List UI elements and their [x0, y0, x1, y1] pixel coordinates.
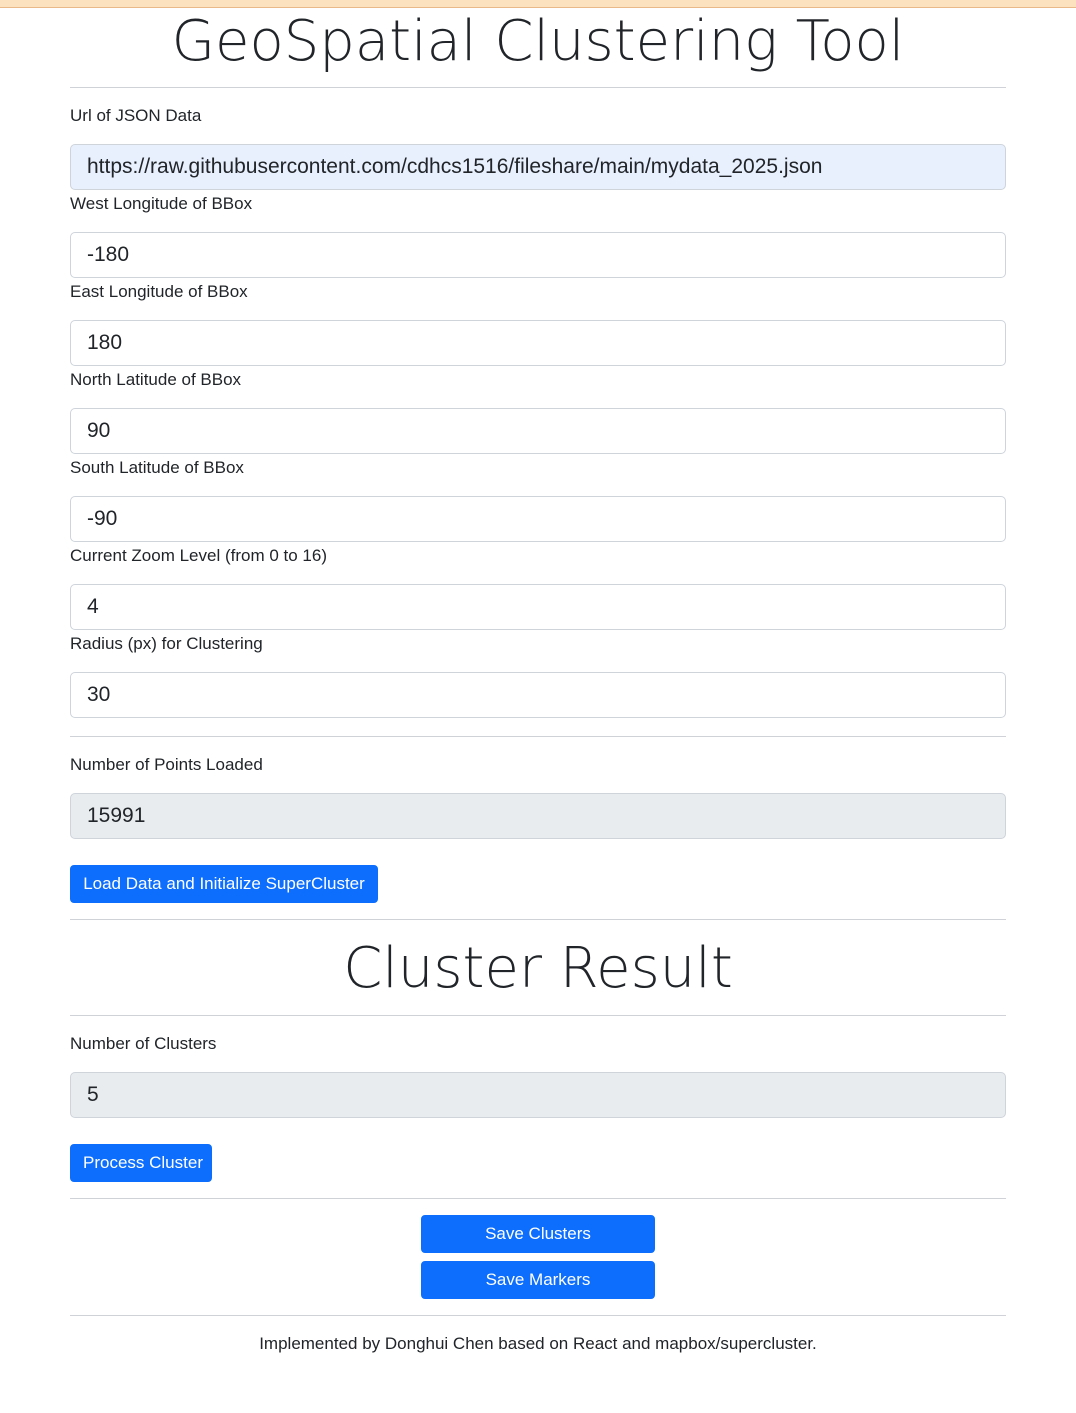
divider [70, 919, 1006, 920]
east-longitude-label: East Longitude of BBox [70, 282, 248, 301]
divider [70, 1198, 1006, 1199]
zoom-level-label: Current Zoom Level (from 0 to 16) [70, 546, 327, 565]
load-data-button[interactable]: Load Data and Initialize SuperCluster [70, 865, 378, 903]
west-longitude-label: West Longitude of BBox [70, 194, 253, 213]
north-latitude-input[interactable] [70, 408, 1006, 454]
divider [70, 87, 1006, 88]
divider [70, 1315, 1006, 1316]
east-longitude-input[interactable] [70, 320, 1006, 366]
url-input[interactable] [70, 144, 1006, 190]
divider [70, 736, 1006, 737]
browser-top-strip [0, 0, 1076, 8]
radius-input[interactable] [70, 672, 1006, 718]
divider [70, 1015, 1006, 1016]
clusters-count-field [70, 1072, 1006, 1118]
clusters-count-label: Number of Clusters [70, 1034, 217, 1053]
footer-credit: Implemented by Donghui Chen based on Rea… [259, 1334, 817, 1353]
page-title: GeoSpatial Clustering Tool [171, 9, 905, 74]
south-latitude-label: South Latitude of BBox [70, 458, 244, 477]
points-loaded-label: Number of Points Loaded [70, 755, 263, 774]
save-clusters-button[interactable]: Save Clusters [421, 1215, 655, 1253]
process-cluster-button[interactable]: Process Cluster [70, 1144, 212, 1182]
url-label: Url of JSON Data [70, 106, 202, 125]
zoom-level-input[interactable] [70, 584, 1006, 630]
cluster-result-title: Cluster Result [343, 936, 733, 1001]
points-loaded-field [70, 793, 1006, 839]
north-latitude-label: North Latitude of BBox [70, 370, 242, 389]
south-latitude-input[interactable] [70, 496, 1006, 542]
west-longitude-input[interactable] [70, 232, 1006, 278]
save-markers-button[interactable]: Save Markers [421, 1261, 655, 1299]
radius-label: Radius (px) for Clustering [70, 634, 263, 653]
